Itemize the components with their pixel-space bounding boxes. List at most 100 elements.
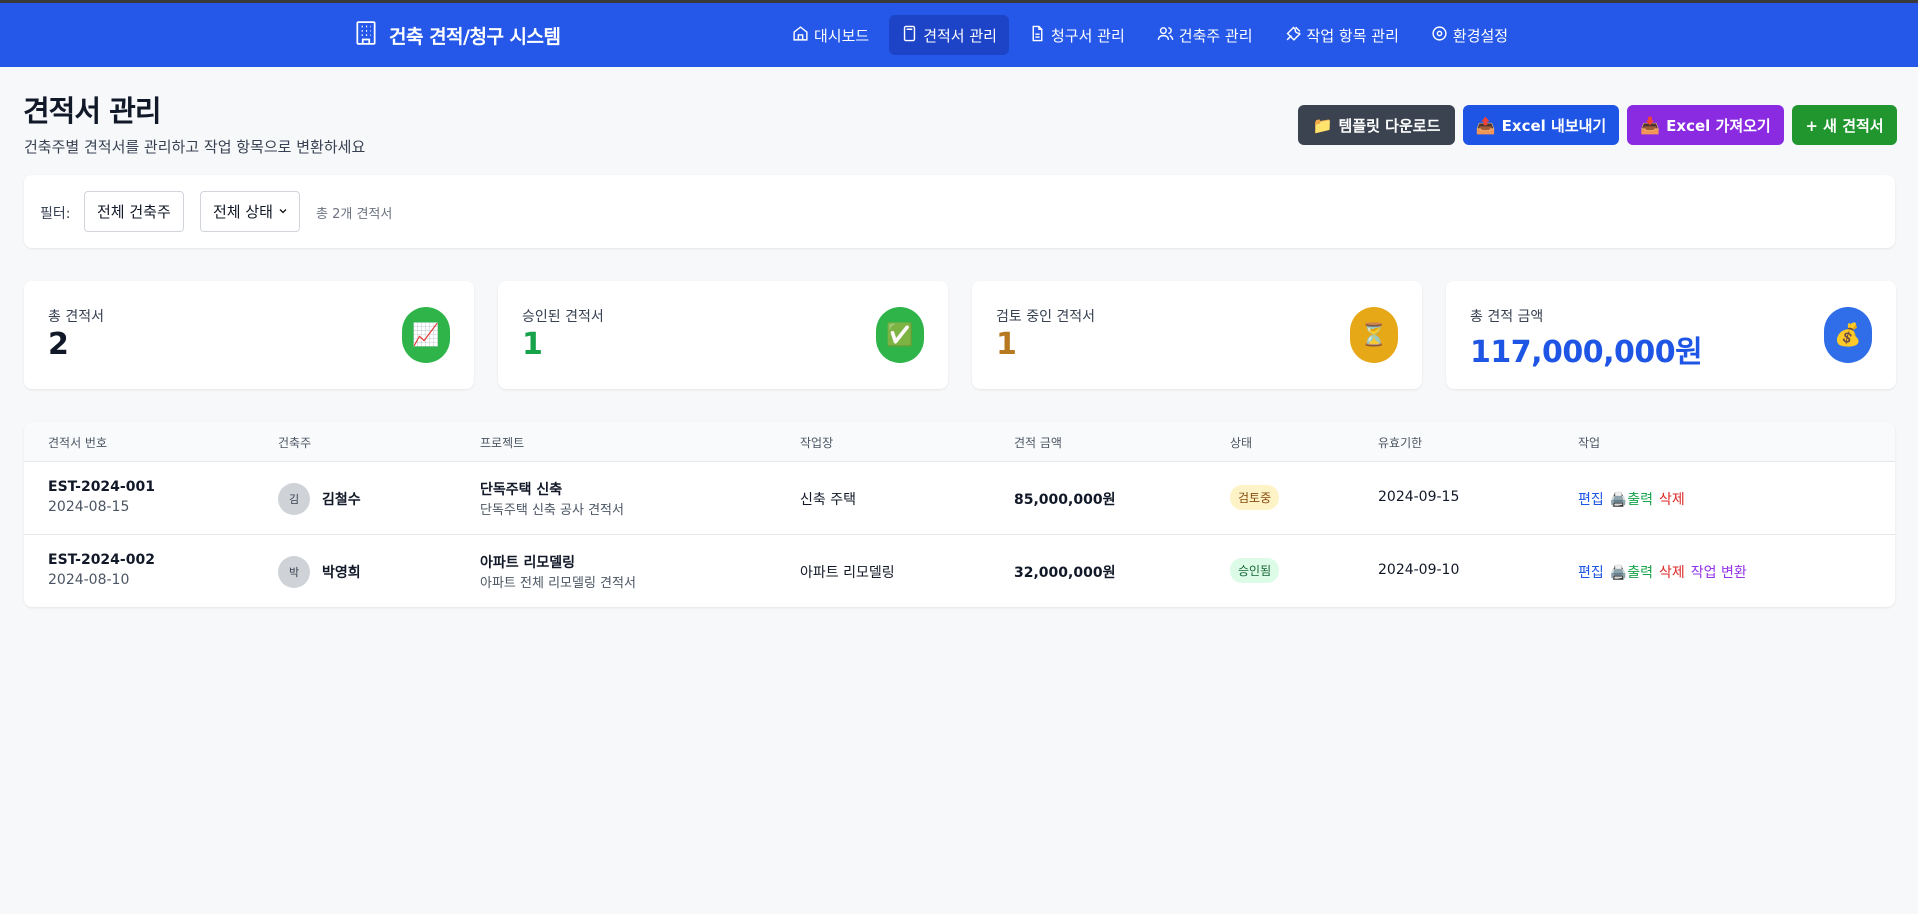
column-header: 건축주 bbox=[278, 436, 312, 450]
printer-icon: 🖨️ bbox=[1609, 565, 1628, 581]
nav-item-label: 청구서 관리 bbox=[1050, 26, 1125, 45]
check-icon: ✅ bbox=[876, 307, 924, 363]
printer-icon: 🖨️ bbox=[1609, 492, 1628, 508]
project-description: 아파트 전체 리모델링 견적서 bbox=[480, 576, 636, 591]
nav-item-label: 작업 항목 관리 bbox=[1306, 26, 1399, 45]
builder-filter-select[interactable]: 전체 건축주 bbox=[84, 191, 184, 232]
column-header: 상태 bbox=[1230, 436, 1253, 450]
select-value: 전체 건축주 bbox=[97, 203, 171, 221]
stat-card-reviewing: 검토 중인 견적서 1 ⏳ bbox=[972, 281, 1422, 389]
folder-icon: 📁 bbox=[1312, 115, 1333, 135]
row-actions: 편집 🖨️출력 삭제 bbox=[1578, 489, 1685, 509]
chevron-down-icon bbox=[277, 203, 289, 221]
building-icon bbox=[353, 20, 379, 50]
column-header: 견적서 번호 bbox=[48, 436, 108, 450]
document-icon bbox=[1029, 25, 1046, 46]
estimates-table: 견적서 번호 건축주 프로젝트 작업장 견적 금액 상태 유효기한 작업 EST… bbox=[24, 422, 1895, 607]
page-subtitle: 건축주별 견적서를 관리하고 작업 항목으로 변환하세요 bbox=[24, 138, 366, 156]
print-link[interactable]: 🖨️출력 bbox=[1610, 562, 1653, 582]
nav-item-estimates[interactable]: 견적서 관리 bbox=[889, 15, 1009, 55]
estimate-count: 총 2개 견적서 bbox=[316, 207, 393, 222]
hourglass-icon: ⏳ bbox=[1350, 307, 1398, 363]
nav-item-settings[interactable]: 환경설정 bbox=[1419, 15, 1520, 55]
valid-until: 2024-09-10 bbox=[1378, 562, 1460, 578]
tools-icon bbox=[1285, 25, 1302, 46]
estimate-amount: 32,000,000원 bbox=[1014, 565, 1116, 581]
status-badge: 승인됨 bbox=[1230, 558, 1280, 583]
page-title: 견적서 관리 bbox=[23, 94, 161, 128]
print-label: 출력 bbox=[1627, 565, 1653, 581]
stat-card-approved: 승인된 견적서 1 ✅ bbox=[498, 281, 948, 389]
app-brand[interactable]: 건축 견적/청구 시스템 bbox=[353, 20, 561, 50]
nav-item-label: 건축주 관리 bbox=[1178, 26, 1253, 45]
stat-value: 2 bbox=[48, 327, 69, 362]
column-header: 유효기한 bbox=[1378, 436, 1423, 450]
project-name: 단독주택 신축 bbox=[480, 482, 563, 498]
settings-icon bbox=[1431, 25, 1448, 46]
column-header: 견적 금액 bbox=[1014, 436, 1062, 450]
print-label: 출력 bbox=[1627, 492, 1653, 508]
column-header: 작업 bbox=[1578, 436, 1601, 450]
row-actions: 편집 🖨️출력 삭제 작업 변환 bbox=[1578, 562, 1747, 582]
money-bag-icon: 💰 bbox=[1824, 307, 1872, 363]
stat-card-total: 총 견적서 2 📈 bbox=[24, 281, 474, 389]
delete-link[interactable]: 삭제 bbox=[1659, 562, 1685, 582]
table-row[interactable]: EST-2024-001 2024-08-15 김 김철수 단독주택 신축 단독… bbox=[24, 462, 1895, 535]
stat-value: 1 bbox=[996, 327, 1017, 362]
project-description: 단독주택 신축 공사 견적서 bbox=[480, 503, 624, 518]
users-icon bbox=[1157, 25, 1174, 46]
stat-value: 117,000,000원 bbox=[1470, 335, 1703, 370]
excel-import-button[interactable]: 📥 Excel 가져오기 bbox=[1627, 105, 1784, 145]
estimate-date: 2024-08-15 bbox=[48, 499, 130, 515]
owner-name: 박영희 bbox=[322, 565, 361, 581]
chart-up-icon: 📈 bbox=[402, 307, 450, 363]
stat-label: 총 견적서 bbox=[48, 309, 104, 325]
table-row[interactable]: EST-2024-002 2024-08-10 박 박영희 아파트 리모델링 아… bbox=[24, 535, 1895, 607]
nav-item-work-items[interactable]: 작업 항목 관리 bbox=[1273, 15, 1411, 55]
convert-to-work-link[interactable]: 작업 변환 bbox=[1691, 562, 1747, 582]
stat-label: 검토 중인 견적서 bbox=[996, 309, 1096, 325]
work-site: 아파트 리모델링 bbox=[800, 565, 895, 581]
status-badge: 검토중 bbox=[1230, 485, 1280, 510]
print-link[interactable]: 🖨️출력 bbox=[1610, 489, 1653, 509]
new-estimate-button[interactable]: + 새 견적서 bbox=[1792, 105, 1897, 145]
template-download-button[interactable]: 📁 템플릿 다운로드 bbox=[1298, 105, 1455, 145]
nav-item-clients[interactable]: 건축주 관리 bbox=[1145, 15, 1265, 55]
column-header: 작업장 bbox=[800, 436, 834, 450]
column-header: 프로젝트 bbox=[480, 436, 525, 450]
nav-item-invoices[interactable]: 청구서 관리 bbox=[1017, 15, 1137, 55]
stat-value: 1 bbox=[522, 327, 543, 362]
work-site: 신축 주택 bbox=[800, 492, 856, 508]
home-icon bbox=[792, 25, 809, 46]
stat-label: 총 견적 금액 bbox=[1470, 309, 1544, 325]
estimate-number: EST-2024-001 bbox=[48, 479, 155, 495]
nav-item-label: 대시보드 bbox=[814, 26, 870, 45]
estimate-date: 2024-08-10 bbox=[48, 572, 130, 588]
main-nav: 대시보드 견적서 관리 청구서 관리 건축주 관리 작업 항목 관리 환경설정 bbox=[780, 15, 1520, 55]
calculator-icon bbox=[901, 25, 918, 46]
app-title: 건축 견적/청구 시스템 bbox=[389, 25, 561, 48]
estimate-amount: 85,000,000원 bbox=[1014, 492, 1116, 508]
top-navbar: 건축 견적/청구 시스템 대시보드 견적서 관리 청구서 관리 건축주 관리 작… bbox=[0, 3, 1918, 67]
avatar: 김 bbox=[278, 483, 310, 515]
select-value: 전체 상태 bbox=[213, 203, 273, 221]
button-label: Excel 내보내기 bbox=[1501, 116, 1607, 135]
delete-link[interactable]: 삭제 bbox=[1659, 489, 1685, 509]
outbox-icon: 📤 bbox=[1475, 115, 1496, 135]
page-actions: 📁 템플릿 다운로드 📤 Excel 내보내기 📥 Excel 가져오기 + 새… bbox=[1298, 105, 1897, 145]
nav-item-label: 환경설정 bbox=[1452, 26, 1509, 45]
excel-export-button[interactable]: 📤 Excel 내보내기 bbox=[1463, 105, 1619, 145]
table-header: 견적서 번호 건축주 프로젝트 작업장 견적 금액 상태 유효기한 작업 bbox=[24, 422, 1895, 462]
edit-link[interactable]: 편집 bbox=[1578, 489, 1604, 509]
filter-bar: 필터: 전체 건축주 전체 상태 총 2개 견적서 bbox=[24, 175, 1895, 248]
stat-label: 승인된 견적서 bbox=[522, 309, 604, 325]
estimate-number: EST-2024-002 bbox=[48, 552, 155, 568]
button-label: 템플릿 다운로드 bbox=[1338, 116, 1441, 135]
project-name: 아파트 리모델링 bbox=[480, 555, 576, 571]
valid-until: 2024-09-15 bbox=[1378, 489, 1460, 505]
status-filter-select[interactable]: 전체 상태 bbox=[200, 191, 300, 232]
nav-item-dashboard[interactable]: 대시보드 bbox=[780, 15, 881, 55]
nav-item-label: 견적서 관리 bbox=[923, 26, 997, 45]
edit-link[interactable]: 편집 bbox=[1578, 562, 1604, 582]
stat-card-total-amount: 총 견적 금액 117,000,000원 💰 bbox=[1446, 281, 1896, 389]
